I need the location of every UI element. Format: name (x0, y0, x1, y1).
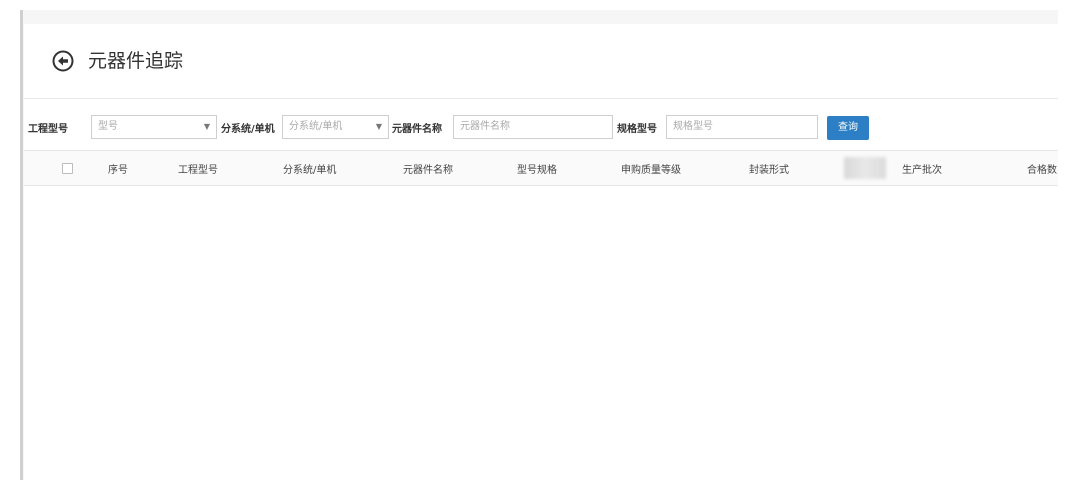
project-model-label: 工程型号 (28, 124, 68, 135)
project-model-select[interactable]: 型号 ▼ (91, 115, 217, 139)
column-header-project-model[interactable]: 工程型号 (178, 161, 218, 176)
component-name-label: 元器件名称 (392, 124, 442, 135)
spec-model-input[interactable]: 规格型号 (666, 115, 818, 139)
subsystem-placeholder: 分系统/单机 (289, 121, 343, 132)
column-header-subsystem[interactable]: 分系统/单机 (283, 161, 336, 176)
subsystem-select[interactable]: 分系统/单机 ▼ (282, 115, 389, 139)
column-header-index[interactable]: 序号 (108, 161, 128, 176)
column-header-batch[interactable]: 生产批次 (902, 161, 942, 176)
component-name-input[interactable]: 元器件名称 (453, 115, 613, 139)
redacted-column-header (844, 157, 886, 179)
column-header-qualified-count[interactable]: 合格数 (1027, 161, 1057, 176)
column-header-spec-model[interactable]: 型号规格 (517, 161, 557, 176)
column-header-package[interactable]: 封装形式 (749, 161, 789, 176)
page-title: 元器件追踪 (88, 50, 184, 72)
project-model-placeholder: 型号 (98, 121, 118, 132)
caret-down-icon: ▼ (375, 122, 382, 131)
subsystem-label: 分系统/单机 (221, 124, 275, 135)
caret-down-icon: ▼ (203, 122, 210, 131)
left-frame-border (20, 10, 23, 480)
back-icon[interactable] (52, 50, 74, 72)
spec-model-label: 规格型号 (617, 124, 657, 135)
query-button[interactable]: 查询 (827, 116, 869, 140)
component-name-placeholder: 元器件名称 (460, 121, 510, 132)
spec-model-placeholder: 规格型号 (673, 121, 713, 132)
column-header-quality-grade[interactable]: 申购质量等级 (621, 161, 681, 176)
header-divider (24, 98, 1058, 99)
main-panel (24, 24, 1058, 480)
top-cropped-text (0, 0, 1080, 8)
column-header-component-name[interactable]: 元器件名称 (403, 161, 453, 176)
select-all-checkbox[interactable] (62, 163, 73, 174)
